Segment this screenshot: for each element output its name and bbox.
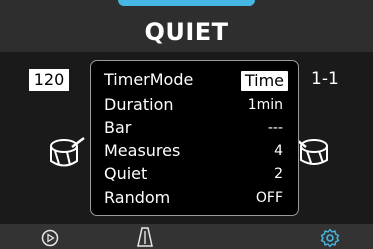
footer-bar [0,224,373,249]
bar-position: 1-1 [311,69,339,89]
app-screen: QUIET 120 1-1 TimerMode Time Duration 1m… [0,0,373,249]
setting-row-quiet[interactable]: Quiet 2 [91,163,298,185]
setting-label: Bar [104,118,132,137]
quiet-settings-popup: TimerMode Time Duration 1min Bar --- Mea… [90,60,299,216]
metronome-icon[interactable] [137,227,153,247]
setting-label: Quiet [104,164,148,183]
header-accent-tab [118,0,255,6]
drum-left-icon [50,137,85,167]
setting-label: TimerMode [104,70,194,89]
setting-row-bar[interactable]: Bar --- [91,117,298,139]
setting-value[interactable]: 1min [248,94,283,116]
setting-label: Random [104,188,171,207]
setting-value-selected[interactable]: Time [240,71,288,91]
settings-icon[interactable] [320,228,340,248]
setting-value[interactable]: OFF [256,187,283,209]
setting-label: Measures [104,141,181,160]
play-icon[interactable] [41,229,59,247]
setting-row-timermode[interactable]: TimerMode Time [91,69,298,91]
setting-value[interactable]: 2 [274,163,283,185]
setting-value[interactable]: 4 [274,140,283,162]
header-bar: QUIET [0,0,373,52]
setting-value[interactable]: --- [268,117,283,139]
setting-label: Duration [104,95,174,114]
page-title: QUIET [144,18,229,46]
setting-row-random[interactable]: Random OFF [91,187,298,209]
setting-row-duration[interactable]: Duration 1min [91,94,298,116]
tempo-badge[interactable]: 120 [29,69,69,91]
setting-row-measures[interactable]: Measures 4 [91,140,298,162]
